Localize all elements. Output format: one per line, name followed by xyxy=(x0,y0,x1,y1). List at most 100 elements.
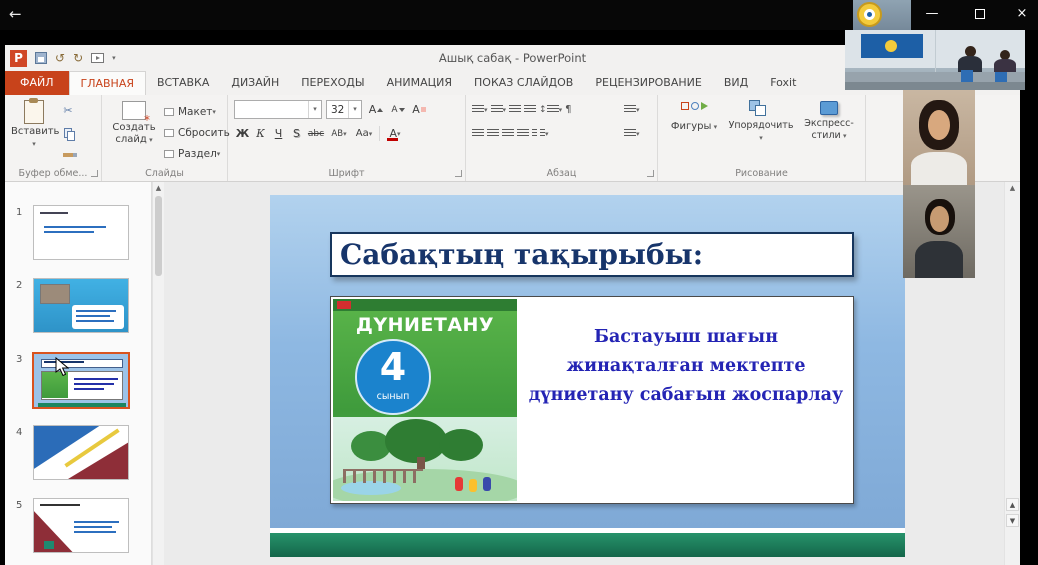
tab-design[interactable]: ДИЗАЙН xyxy=(220,71,290,95)
copy-button[interactable] xyxy=(63,123,73,142)
increase-indent-button[interactable] xyxy=(524,100,536,119)
slide-thumbnail-3-selected[interactable] xyxy=(32,352,130,409)
tab-insert[interactable]: ВСТАВКА xyxy=(146,71,220,95)
slide-number: 5 xyxy=(16,500,22,511)
tree-shape xyxy=(385,419,447,463)
text-direction-button[interactable]: ¶ xyxy=(565,100,571,119)
align-center-button[interactable] xyxy=(487,124,499,143)
tab-review[interactable]: РЕЦЕНЗИРОВАНИЕ xyxy=(584,71,712,95)
underline-button[interactable]: Ч xyxy=(270,124,287,143)
slide-thumbnail-2[interactable] xyxy=(33,278,129,333)
font-color-button[interactable]: А ▾ xyxy=(383,124,407,143)
tab-foxit[interactable]: Foxit xyxy=(759,71,807,95)
next-slide-button[interactable]: ▼ xyxy=(1006,514,1019,527)
strike-label: abc xyxy=(308,129,324,139)
person-torso xyxy=(911,152,967,185)
slide-thumbnail-5[interactable] xyxy=(33,498,129,553)
chair-shape xyxy=(961,70,973,82)
align-right-button[interactable] xyxy=(502,124,514,143)
columns-button[interactable]: ▾ xyxy=(532,124,549,143)
quick-styles-button[interactable]: Экспресс-стили ▾ xyxy=(798,98,860,142)
section-button[interactable]: Раздел ▾ xyxy=(164,144,230,163)
paste-button[interactable]: Вставить ▾ xyxy=(11,98,57,150)
shapes-square-icon xyxy=(681,102,689,110)
main-scrollbar[interactable]: ▲ ▲ ▼ xyxy=(1004,182,1020,565)
tab-view[interactable]: ВИД xyxy=(713,71,759,95)
strikethrough-button[interactable]: abc xyxy=(306,124,326,143)
tab-transitions[interactable]: ПЕРЕХОДЫ xyxy=(290,71,375,95)
close-button[interactable]: × xyxy=(1006,3,1038,26)
change-case-button[interactable]: Аа ▾ xyxy=(352,124,376,143)
bold-button[interactable]: Ж xyxy=(234,124,251,143)
align-left-button[interactable] xyxy=(472,124,484,143)
slide-content-box[interactable]: ДҮНИЕТАНУ 4 сынып xyxy=(330,296,854,504)
tab-file[interactable]: ФАЙЛ xyxy=(5,71,69,95)
book-title: ДҮНИЕТАНУ xyxy=(333,314,517,336)
text-align-vertical-button[interactable]: ▾ xyxy=(624,100,640,119)
convert-smartart-button[interactable]: ▾ xyxy=(624,124,640,143)
line-spacing-button[interactable]: ↕▾ xyxy=(539,100,562,119)
thumbnail-scrollbar-thumb[interactable] xyxy=(155,196,162,276)
layout-icon xyxy=(164,108,174,116)
format-painter-button[interactable] xyxy=(63,145,73,164)
book-publisher-logo xyxy=(337,301,351,309)
grow-font-button[interactable]: А xyxy=(366,100,386,119)
shapes-button[interactable]: Фигуры ▾ xyxy=(664,98,724,133)
tab-home[interactable]: ГЛАВНАЯ xyxy=(69,71,147,95)
font-group-label: Шрифт xyxy=(228,168,465,179)
classroom-video-top-fragment[interactable] xyxy=(853,0,911,30)
font-dialog-launcher-icon[interactable] xyxy=(455,170,462,177)
save-icon[interactable] xyxy=(35,52,47,64)
character-spacing-button[interactable]: АВ ▾ xyxy=(327,124,351,143)
new-slide-button[interactable]: * Создать слайд ▾ xyxy=(106,98,162,146)
justify-button[interactable] xyxy=(517,124,529,143)
slideshow-icon[interactable] xyxy=(91,53,104,63)
thumb5-title-bar xyxy=(40,504,80,506)
clear-formatting-button[interactable]: А xyxy=(410,100,428,119)
italic-button[interactable]: К xyxy=(252,124,269,143)
arrange-square-2 xyxy=(755,105,766,116)
minimize-button[interactable]: — xyxy=(916,3,948,26)
undo-icon[interactable]: ↺ xyxy=(55,50,65,66)
slide-thumbnail-4[interactable] xyxy=(33,425,129,480)
bold-label: Ж xyxy=(236,127,249,140)
reset-button[interactable]: Сбросить xyxy=(164,123,230,142)
slide-title-text: Сабақтың тақырыбы: xyxy=(340,238,703,271)
cut-button[interactable]: ✂ xyxy=(63,101,73,120)
section-dropdown-icon: ▾ xyxy=(217,150,221,158)
layout-label: Макет xyxy=(178,106,212,118)
participant-video-2[interactable] xyxy=(903,185,975,278)
bullets-dropdown-icon: ▾ xyxy=(484,106,488,114)
previous-slide-button[interactable]: ▲ xyxy=(1006,498,1019,511)
arrange-button[interactable]: Упорядочить ▾ xyxy=(728,98,794,144)
decrease-indent-button[interactable] xyxy=(509,100,521,119)
participant-video-1[interactable] xyxy=(903,90,975,185)
child-figure xyxy=(483,477,491,491)
paragraph-dialog-launcher-icon[interactable] xyxy=(647,170,654,177)
fence-shape xyxy=(343,469,423,483)
clipboard-dialog-launcher-icon[interactable] xyxy=(91,170,98,177)
scroll-up-icon[interactable]: ▲ xyxy=(153,184,164,192)
slide-canvas[interactable]: Сабақтың тақырыбы: ДҮНИЕТАНУ 4 сынып xyxy=(270,195,905,557)
thumb5-teal-shape xyxy=(44,541,54,549)
font-name-combo[interactable]: ▾ xyxy=(234,100,322,119)
thumbnail-scrollbar[interactable]: ▲ xyxy=(152,182,164,565)
maximize-button[interactable] xyxy=(964,3,996,26)
tab-animations[interactable]: АНИМАЦИЯ xyxy=(376,71,463,95)
text-shadow-button[interactable]: S xyxy=(288,124,305,143)
layout-button[interactable]: Макет ▾ xyxy=(164,102,230,121)
redo-icon[interactable]: ↻ xyxy=(73,50,83,66)
slide-title-box[interactable]: Сабақтың тақырыбы: xyxy=(330,232,854,277)
bullets-button[interactable]: ▾ xyxy=(472,100,488,119)
pond-shape xyxy=(341,481,401,495)
font-size-combo[interactable]: 32▾ xyxy=(326,100,362,119)
slide-thumbnail-1[interactable] xyxy=(33,205,129,260)
tab-slideshow[interactable]: ПОКАЗ СЛАЙДОВ xyxy=(463,71,584,95)
main-scroll-up-icon[interactable]: ▲ xyxy=(1005,184,1020,192)
customize-qat-icon[interactable]: ▾ xyxy=(112,54,116,62)
arrange-icon xyxy=(749,100,773,118)
numbering-button[interactable]: ▾ xyxy=(491,100,507,119)
participant-video-classroom[interactable] xyxy=(845,30,1025,90)
back-icon[interactable]: ← xyxy=(9,5,22,23)
shrink-font-button[interactable]: А xyxy=(388,100,408,119)
